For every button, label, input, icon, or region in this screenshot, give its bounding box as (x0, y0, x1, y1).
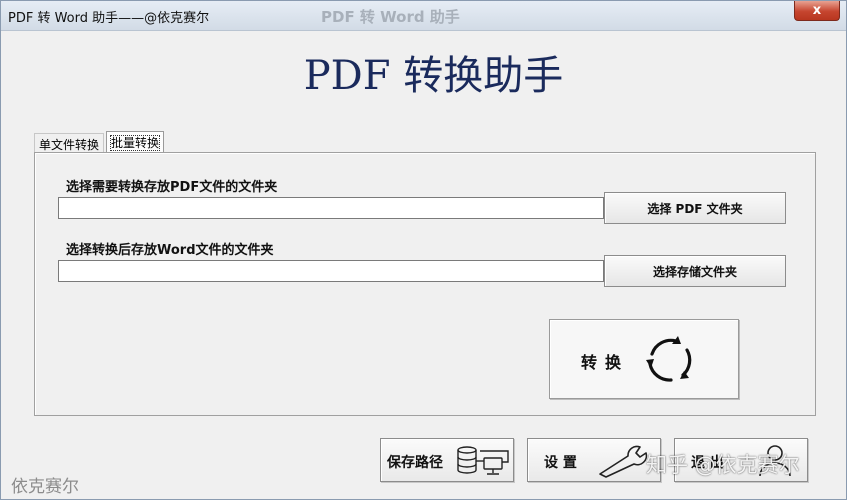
title-bar[interactable]: PDF 转 Word 助手——@依克赛尔 PDF 转 Word 助手 x (1, 1, 846, 31)
select-pdf-folder-label: 选择 PDF 文件夹 (647, 201, 743, 216)
batch-panel: 选择需要转换存放PDF文件的文件夹 选择 PDF 文件夹 选择转换后存放Word… (34, 152, 816, 416)
convert-button-label: 转换 (581, 353, 630, 372)
select-storage-folder-button[interactable]: 选择存储文件夹 (604, 255, 786, 287)
tab-batch[interactable]: 批量转换 (106, 131, 165, 152)
tab-single-file[interactable]: 单文件转换 (34, 133, 105, 152)
select-storage-folder-label: 选择存储文件夹 (652, 264, 737, 279)
tab-batch-label: 批量转换 (109, 135, 161, 151)
wrench-icon (599, 445, 648, 478)
save-path-button[interactable]: 保存路径 (380, 438, 514, 482)
source-folder-input[interactable] (58, 197, 604, 219)
app-title: PDF 转换助手 (303, 53, 564, 99)
close-button[interactable]: x (794, 1, 840, 21)
select-pdf-folder-button[interactable]: 选择 PDF 文件夹 (604, 192, 786, 224)
window-title: PDF 转 Word 助手——@依克赛尔 (8, 11, 210, 26)
target-folder-input[interactable] (58, 260, 604, 282)
target-folder-label: 选择转换后存放Word文件的文件夹 (66, 243, 274, 258)
window-title-ghost: PDF 转 Word 助手 (321, 8, 460, 26)
save-path-label: 保存路径 (387, 455, 443, 471)
convert-button[interactable]: 转换 (549, 319, 739, 399)
close-icon: x (812, 3, 822, 18)
source-folder-label: 选择需要转换存放PDF文件的文件夹 (66, 180, 278, 195)
watermark: 知乎 @依克赛尔 (646, 453, 800, 477)
settings-button[interactable]: 设 置 (527, 438, 661, 482)
refresh-cycle-icon (646, 336, 692, 382)
database-network-icon (457, 446, 509, 475)
author-footer: 依克赛尔 (11, 477, 79, 497)
tab-single-file-label: 单文件转换 (39, 138, 100, 152)
main-window: PDF 转 Word 助手——@依克赛尔 PDF 转 Word 助手 x PDF… (0, 0, 847, 500)
settings-label: 设 置 (544, 455, 577, 471)
